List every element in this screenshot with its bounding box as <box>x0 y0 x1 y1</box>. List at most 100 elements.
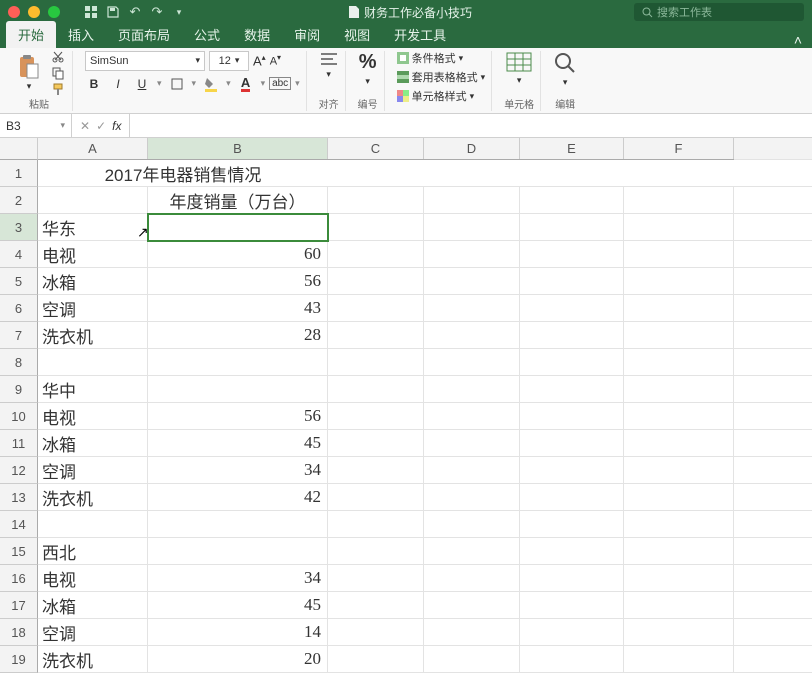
row-header[interactable]: 9 <box>0 376 38 403</box>
font-color-button[interactable]: A <box>237 75 255 93</box>
cell[interactable] <box>148 214 328 241</box>
fill-color-button[interactable] <box>202 75 220 93</box>
close-window-button[interactable] <box>8 6 20 18</box>
row-header[interactable]: 3 <box>0 214 38 241</box>
bold-button[interactable]: B <box>85 75 103 93</box>
cell[interactable] <box>328 430 424 457</box>
cell[interactable]: 56 <box>148 403 328 430</box>
cell[interactable] <box>424 187 520 214</box>
cell[interactable]: 42 <box>148 484 328 511</box>
cell[interactable] <box>148 511 328 538</box>
cell[interactable]: 电视 <box>38 241 148 268</box>
cell[interactable] <box>424 376 520 403</box>
name-box[interactable]: B3▾ <box>0 114 72 137</box>
cells-icon[interactable] <box>505 51 533 73</box>
cell[interactable] <box>328 214 424 241</box>
row-header[interactable]: 11 <box>0 430 38 457</box>
cell[interactable] <box>328 646 424 673</box>
cell[interactable] <box>520 241 624 268</box>
row-header[interactable]: 1 <box>0 160 38 187</box>
cell[interactable] <box>520 484 624 511</box>
cell[interactable] <box>148 376 328 403</box>
cell[interactable]: 西北 <box>38 538 148 565</box>
cell[interactable]: 45 <box>148 592 328 619</box>
row-header[interactable]: 19 <box>0 646 38 673</box>
cell[interactable] <box>328 538 424 565</box>
cell[interactable]: 电视 <box>38 403 148 430</box>
cell[interactable]: 华东 <box>38 214 148 241</box>
cell[interactable]: 28 <box>148 322 328 349</box>
cell[interactable] <box>520 349 624 376</box>
cell[interactable] <box>328 241 424 268</box>
cell[interactable] <box>624 646 734 673</box>
cell[interactable]: 冰箱 <box>38 430 148 457</box>
cell[interactable]: 2017年电器销售情况 <box>148 160 328 187</box>
row-header[interactable]: 2 <box>0 187 38 214</box>
cell[interactable] <box>328 484 424 511</box>
cell[interactable] <box>624 619 734 646</box>
cell[interactable] <box>520 538 624 565</box>
cell[interactable] <box>520 565 624 592</box>
cell[interactable] <box>424 268 520 295</box>
cell[interactable]: 20 <box>148 646 328 673</box>
grow-font-button[interactable]: A▴ <box>253 53 266 68</box>
format-painter-icon[interactable] <box>50 82 66 96</box>
cell[interactable] <box>148 349 328 376</box>
cell-styles-button[interactable]: 单元格样式▾ <box>397 89 475 104</box>
cell[interactable] <box>520 295 624 322</box>
cell[interactable] <box>328 457 424 484</box>
cell[interactable] <box>328 565 424 592</box>
cell[interactable] <box>624 295 734 322</box>
search-sheet-box[interactable]: 搜索工作表 <box>634 3 804 21</box>
cell[interactable] <box>624 322 734 349</box>
cell[interactable] <box>424 322 520 349</box>
cell[interactable]: 43 <box>148 295 328 322</box>
cell[interactable] <box>424 349 520 376</box>
tab-devtools[interactable]: 开发工具 <box>382 21 458 48</box>
cell[interactable] <box>424 430 520 457</box>
row-header[interactable]: 5 <box>0 268 38 295</box>
cell[interactable] <box>148 538 328 565</box>
tab-home[interactable]: 开始 <box>6 21 56 48</box>
format-table-button[interactable]: 套用表格格式▾ <box>397 70 486 85</box>
find-icon[interactable] <box>553 51 577 75</box>
cell[interactable] <box>38 187 148 214</box>
cell[interactable]: 34 <box>148 457 328 484</box>
cell[interactable] <box>520 403 624 430</box>
align-menu-icon[interactable] <box>319 51 339 67</box>
insert-function-button[interactable]: fx <box>112 119 121 133</box>
row-header[interactable]: 17 <box>0 592 38 619</box>
cell[interactable] <box>624 268 734 295</box>
cell[interactable] <box>520 268 624 295</box>
cell[interactable] <box>328 160 424 187</box>
column-header-A[interactable]: A <box>38 138 148 159</box>
cell[interactable]: 冰箱 <box>38 268 148 295</box>
column-header-E[interactable]: E <box>520 138 624 159</box>
cell[interactable]: 年度销量（万台） <box>148 187 328 214</box>
cell[interactable] <box>624 565 734 592</box>
tab-layout[interactable]: 页面布局 <box>106 21 182 48</box>
cell[interactable] <box>520 592 624 619</box>
cell[interactable] <box>624 187 734 214</box>
percent-icon[interactable]: % <box>359 51 377 74</box>
column-header-C[interactable]: C <box>328 138 424 159</box>
row-header[interactable]: 6 <box>0 295 38 322</box>
tab-view[interactable]: 视图 <box>332 21 382 48</box>
save-icon[interactable] <box>106 5 120 19</box>
cell[interactable] <box>328 511 424 538</box>
cell[interactable] <box>38 349 148 376</box>
cell[interactable] <box>624 349 734 376</box>
column-header-F[interactable]: F <box>624 138 734 159</box>
cell[interactable] <box>520 619 624 646</box>
row-header[interactable]: 7 <box>0 322 38 349</box>
cell[interactable] <box>624 538 734 565</box>
tab-review[interactable]: 审阅 <box>282 21 332 48</box>
row-header[interactable]: 16 <box>0 565 38 592</box>
shrink-font-button[interactable]: A▾ <box>270 53 281 68</box>
row-header[interactable]: 15 <box>0 538 38 565</box>
cell[interactable]: 空调 <box>38 457 148 484</box>
tab-insert[interactable]: 插入 <box>56 21 106 48</box>
cell[interactable]: 空调 <box>38 295 148 322</box>
cell[interactable]: 冰箱 <box>38 592 148 619</box>
cell[interactable] <box>520 511 624 538</box>
